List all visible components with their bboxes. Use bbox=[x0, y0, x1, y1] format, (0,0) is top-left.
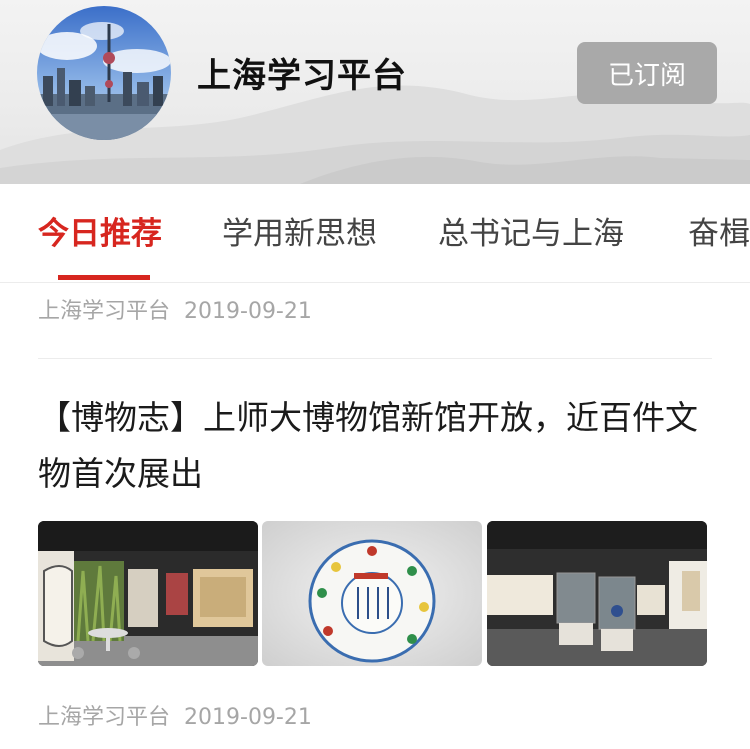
tab-general-secretary-shanghai[interactable]: 总书记与上海 bbox=[438, 208, 624, 253]
active-tab-indicator bbox=[58, 275, 150, 280]
divider bbox=[38, 358, 712, 359]
date-label: 2019-09-21 bbox=[184, 299, 312, 324]
tab-study-new-thought[interactable]: 学用新思想 bbox=[222, 208, 377, 253]
channel-name: 上海学习平台 bbox=[197, 56, 407, 96]
tab-today-recommend[interactable]: 今日推荐 bbox=[38, 208, 162, 253]
feed-item-meta: 上海学习平台 2019-09-21 bbox=[38, 293, 312, 325]
subscribed-button[interactable]: 已订阅 bbox=[577, 42, 717, 104]
porcelain-bowl-image[interactable] bbox=[262, 521, 482, 666]
channel-header: 上海学习平台 已订阅 bbox=[0, 0, 750, 184]
article-title[interactable]: 【博物志】上师大博物馆新馆开放，近百件文物首次展出 bbox=[38, 390, 718, 502]
tab-bar: 今日推荐 学用新思想 总书记与上海 奋楫 bbox=[0, 184, 750, 283]
feed-item-meta: 上海学习平台 2019-09-21 bbox=[38, 699, 312, 731]
tab-fenji[interactable]: 奋楫 bbox=[688, 208, 750, 253]
exhibition-room-image[interactable] bbox=[487, 521, 707, 666]
source-label: 上海学习平台 bbox=[38, 299, 171, 324]
source-label: 上海学习平台 bbox=[38, 705, 171, 730]
date-label: 2019-09-21 bbox=[184, 705, 312, 730]
avatar bbox=[37, 6, 171, 140]
museum-hall-image[interactable] bbox=[38, 521, 258, 666]
